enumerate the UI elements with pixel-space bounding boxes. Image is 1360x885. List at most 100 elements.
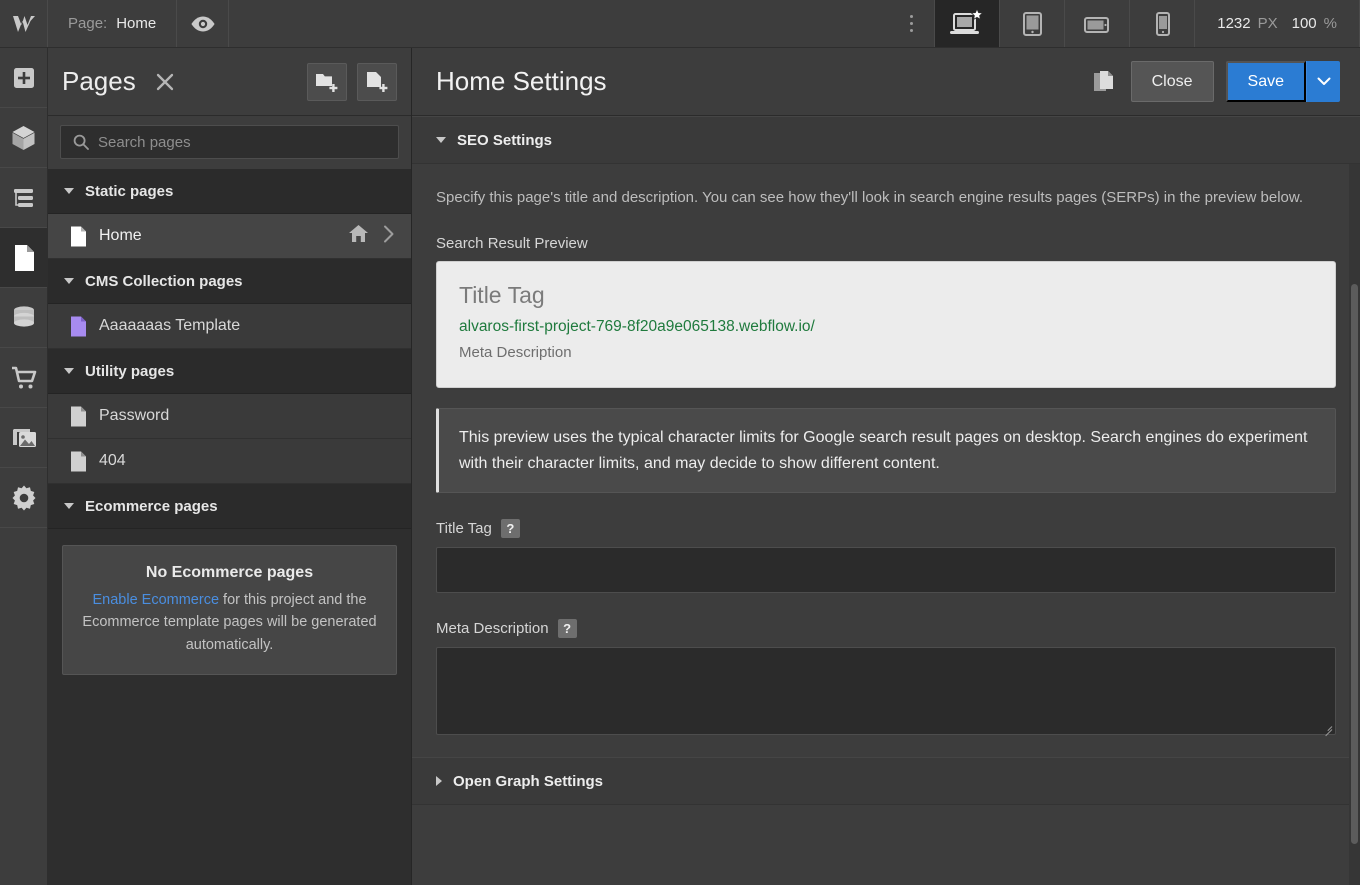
page-item-home[interactable]: Home [48,214,411,259]
more-vertical-icon[interactable] [888,0,934,47]
webflow-designer: Page: Home 1232 PX 100 % Pages Search pa… [0,0,1360,885]
tablet-breakpoint[interactable] [999,0,1064,47]
navigator-layers-icon [13,188,33,207]
title-tag-label-text: Title Tag [436,520,492,538]
close-x-icon[interactable] [152,69,178,95]
page-document-icon [14,244,34,271]
current-page-indicator[interactable]: Page: Home [48,0,178,47]
page-label: Page: [68,15,108,32]
resize-grip-icon[interactable] [1322,721,1333,737]
new-folder-icon[interactable] [307,62,347,101]
page-settings-panel: Home Settings Close Save SEO Settings Sp… [412,48,1360,885]
chevron-down-icon [436,137,446,143]
chevron-down-icon [64,503,74,509]
seo-description: Specify this page's title and descriptio… [436,189,1304,206]
preview-toggle-button[interactable] [177,0,230,47]
gear-icon [12,485,35,510]
seo-settings-label: SEO Settings [457,131,553,149]
sidebar-item-components[interactable] [0,108,47,168]
eye-icon [191,16,215,31]
page-item-label: Password [99,407,170,424]
save-button-group: Save [1225,61,1340,102]
title-tag-input[interactable] [436,547,1336,594]
home-icon [348,224,369,248]
meta-description-question-mark-icon[interactable]: ? [557,619,577,639]
page-group-label: Static pages [85,182,174,200]
sidebar-item-assets[interactable] [0,408,47,468]
search-result-preview-label: Search Result Preview [436,235,1336,252]
page-group-label: Ecommerce pages [85,497,218,515]
chevron-down-icon [64,188,74,194]
save-button[interactable]: Save [1225,61,1306,102]
sidebar-item-add-elements[interactable] [0,48,47,108]
desktop-breakpoint[interactable] [934,0,1000,47]
cube-icon [12,125,35,150]
pages-panel: Pages Search pages Static pages Home CMS… [48,48,412,885]
sidebar-item-navigator[interactable] [0,168,47,228]
plus-square-icon [13,67,34,88]
sidebar-item-ecommerce[interactable] [0,348,47,408]
left-icon-rail [0,48,48,885]
mobile-landscape-breakpoint[interactable] [1064,0,1129,47]
chevron-down-icon [64,368,74,374]
chevron-down-icon [64,278,74,284]
canvas-size-and-zoom[interactable]: 1232 PX 100 % [1194,0,1360,47]
page-icon [71,316,86,336]
section-footer-spacer [436,735,1336,757]
meta-description-textarea[interactable] [436,647,1336,737]
sidebar-item-pages[interactable] [0,228,47,288]
rail-filler [0,528,47,885]
page-item-label: 404 [99,452,126,469]
page-group-label: Utility pages [85,362,175,380]
canvas-width-value: 1232 [1217,15,1251,32]
shopping-cart-icon [11,366,36,388]
page-group-utility[interactable]: Utility pages [48,349,411,394]
sidebar-item-cms[interactable] [0,288,47,348]
mobile-landscape-icon [1084,16,1110,33]
search-icon [73,134,89,150]
settings-scrollbar[interactable] [1349,164,1360,885]
preview-label-text: Search Result Preview [436,235,588,253]
search-placeholder: Search pages [98,133,191,151]
seo-settings-body: Specify this page's title and descriptio… [412,164,1360,757]
open-graph-settings-label: Open Graph Settings [453,772,604,790]
serp-info-callout: This preview uses the typical character … [436,408,1336,494]
laptop-star-icon [950,8,984,34]
top-toolbar: Page: Home 1232 PX 100 % [0,0,1360,48]
chevron-right-icon [436,776,442,787]
close-button[interactable]: Close [1130,61,1214,102]
page-item-404[interactable]: 404 [48,439,411,484]
no-ecommerce-pages-box: No Ecommerce pages Enable Ecommerce for … [62,545,397,676]
open-graph-settings-section-header[interactable]: Open Graph Settings [412,757,1360,806]
sidebar-item-project-settings[interactable] [0,468,47,528]
serp-url: alvaros-first-project-769-8f20a9e065138.… [459,318,815,336]
page-icon [71,406,86,426]
page-group-cms[interactable]: CMS Collection pages [48,259,411,304]
title-tag-question-mark-icon[interactable]: ? [500,519,520,539]
page-item-aaaaaaas-template[interactable]: Aaaaaaas Template [48,304,411,349]
page-settings-header: Home Settings Close Save [412,48,1360,116]
enable-ecommerce-link[interactable]: Enable Ecommerce [92,592,219,608]
page-group-ecommerce[interactable]: Ecommerce pages [48,484,411,529]
mobile-portrait-breakpoint[interactable] [1129,0,1194,47]
pages-panel-title: Pages [62,66,136,96]
no-ecommerce-title: No Ecommerce pages [145,564,314,581]
new-page-icon[interactable] [357,62,397,101]
scrollbar-thumb[interactable] [1351,284,1358,844]
serp-description: Meta Description [459,344,572,362]
meta-description-label: Meta Description ? [436,619,1336,639]
pages-list: Static pages Home CMS Collection pages A… [48,169,411,885]
duplicate-pages-icon[interactable] [1087,65,1121,99]
search-input[interactable]: Search pages [60,125,399,159]
page-group-static[interactable]: Static pages [48,169,411,214]
save-dropdown-chevron-down-icon[interactable] [1306,61,1340,102]
seo-settings-section-header[interactable]: SEO Settings [412,116,1360,164]
page-item-password[interactable]: Password [48,394,411,439]
settings-scroll-area: Specify this page's title and descriptio… [412,164,1360,885]
chevron-right-icon[interactable] [383,225,395,248]
webflow-logo-icon[interactable] [0,0,48,47]
search-result-preview: Title Tag alvaros-first-project-769-8f20… [436,261,1336,389]
page-title: Home Settings [436,66,607,96]
pages-search-wrapper: Search pages [48,116,411,169]
